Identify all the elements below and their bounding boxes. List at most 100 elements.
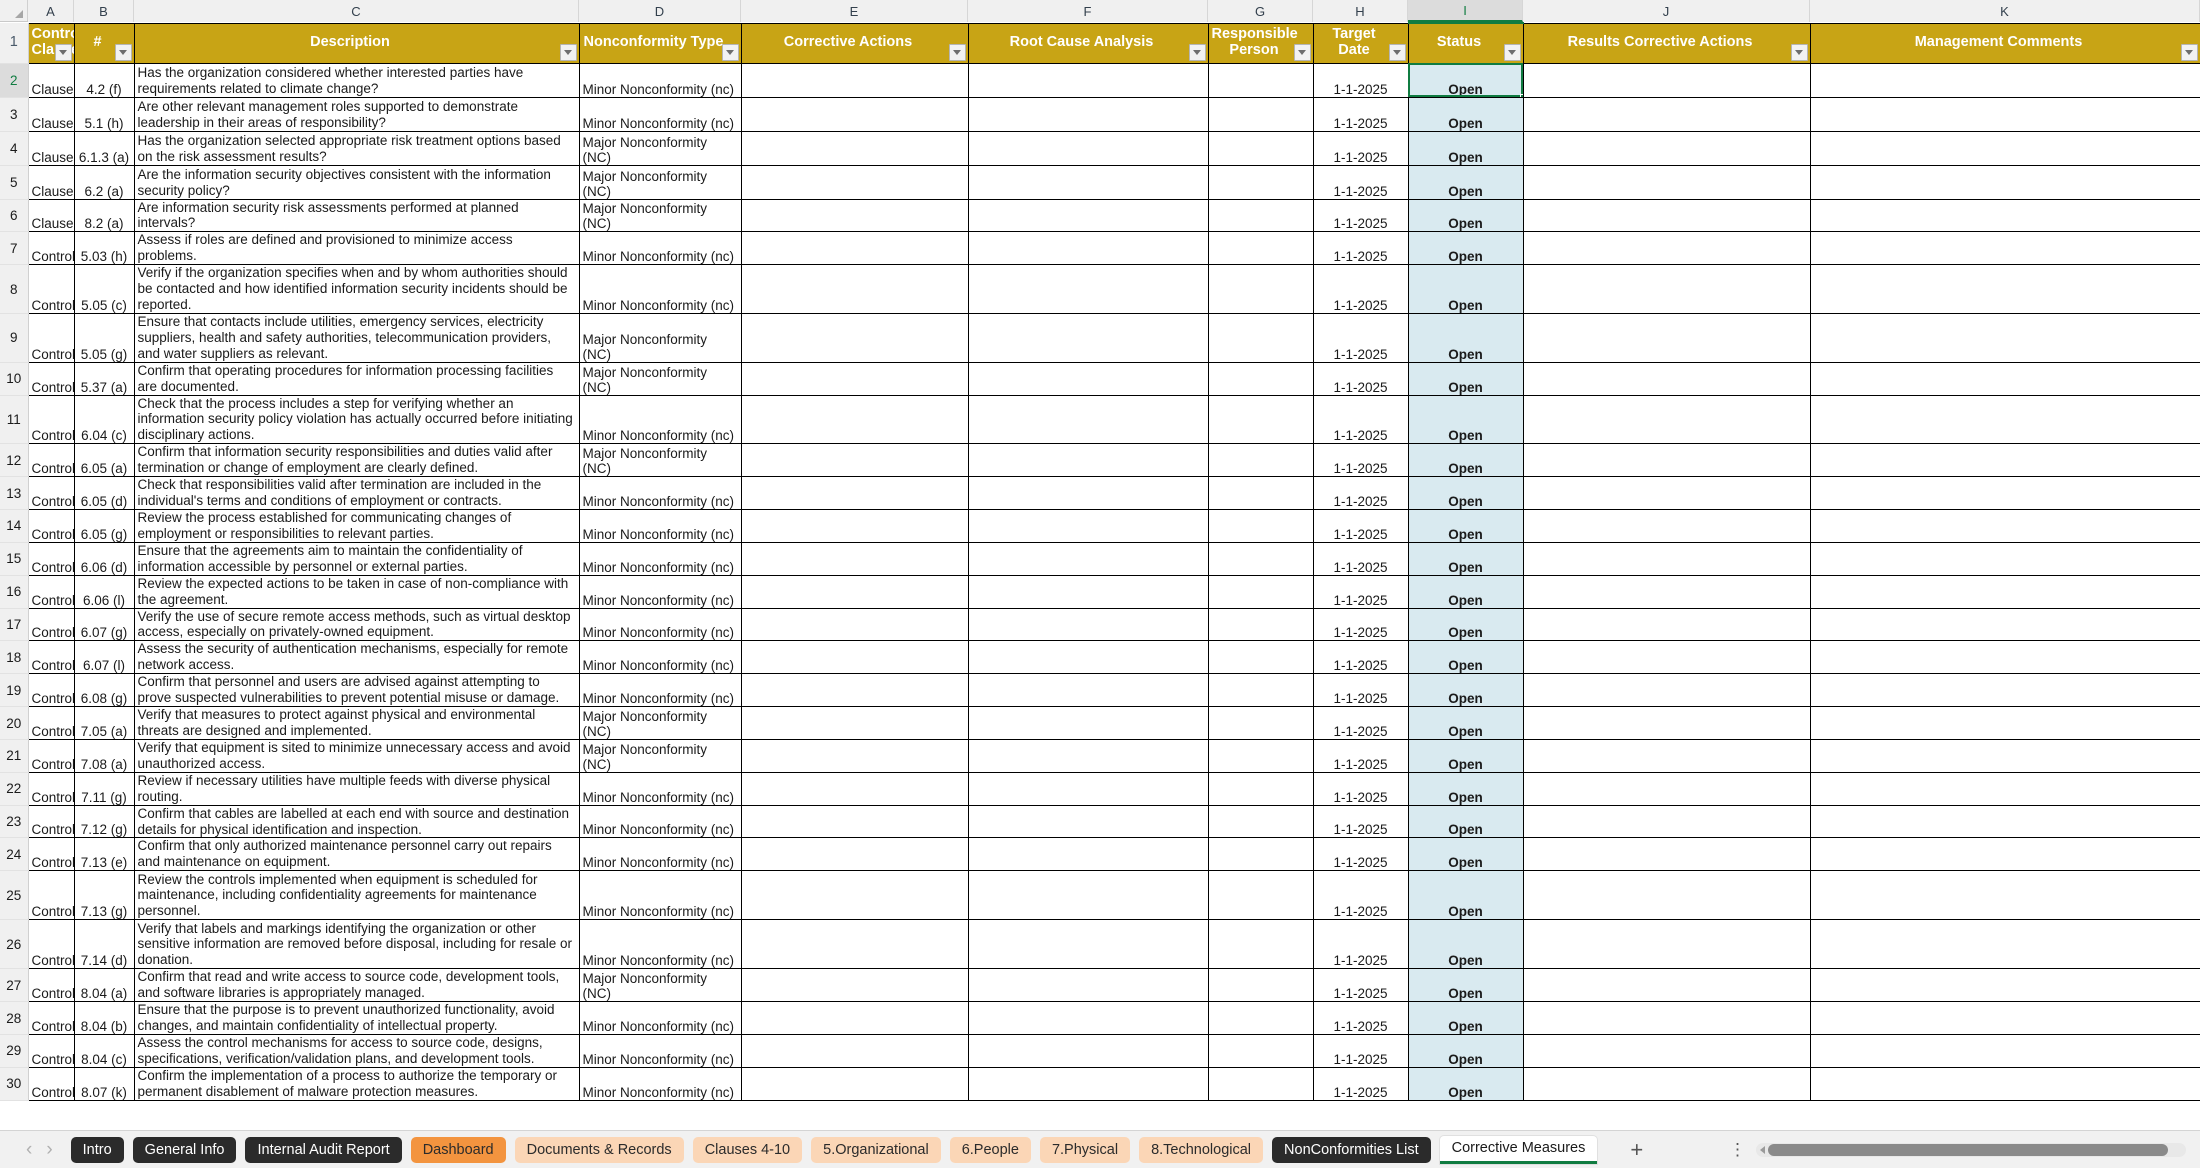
cell-B14[interactable]: 6.05 (g) bbox=[74, 510, 134, 543]
cell-B20[interactable]: 7.05 (a) bbox=[74, 707, 134, 740]
cell-A24[interactable]: Control bbox=[28, 838, 74, 871]
sheet-tab-6-people[interactable]: 6.People bbox=[950, 1137, 1031, 1163]
cell-D16[interactable]: Minor Nonconformity (nc) bbox=[579, 575, 741, 608]
cell-F2[interactable] bbox=[968, 63, 1208, 97]
table-row[interactable]: 17Control6.07 (g)Verify the use of secur… bbox=[0, 608, 2200, 641]
cell-C13[interactable]: Check that responsibilities valid after … bbox=[134, 477, 579, 510]
row-header-1[interactable]: 1 bbox=[0, 23, 28, 63]
cell-J11[interactable] bbox=[1523, 395, 1810, 444]
filter-dropdown-icon-B[interactable] bbox=[115, 44, 132, 61]
cell-F24[interactable] bbox=[968, 838, 1208, 871]
column-header-A[interactable]: A bbox=[28, 0, 74, 22]
cell-C7[interactable]: Assess if roles are defined and provisio… bbox=[134, 232, 579, 265]
cell-K25[interactable] bbox=[1810, 871, 2200, 920]
table-row[interactable]: 19Control6.08 (g)Confirm that personnel … bbox=[0, 674, 2200, 707]
cell-A23[interactable]: Control bbox=[28, 805, 74, 838]
cell-B15[interactable]: 6.06 (d) bbox=[74, 542, 134, 575]
cell-E2[interactable] bbox=[741, 63, 968, 97]
add-sheet-button[interactable]: + bbox=[1630, 1139, 1643, 1161]
cell-C28[interactable]: Ensure that the purpose is to prevent un… bbox=[134, 1002, 579, 1035]
cell-F14[interactable] bbox=[968, 510, 1208, 543]
row-header-16[interactable]: 16 bbox=[0, 575, 28, 608]
cell-K5[interactable] bbox=[1810, 165, 2200, 199]
cell-A19[interactable]: Control bbox=[28, 674, 74, 707]
cell-K17[interactable] bbox=[1810, 608, 2200, 641]
sheet-tab-nonconformities-list[interactable]: NonConformities List bbox=[1272, 1137, 1431, 1163]
cell-F12[interactable] bbox=[968, 444, 1208, 477]
cell-D21[interactable]: Major Nonconformity (NC) bbox=[579, 739, 741, 772]
cell-F7[interactable] bbox=[968, 232, 1208, 265]
cell-D24[interactable]: Minor Nonconformity (nc) bbox=[579, 838, 741, 871]
cell-E22[interactable] bbox=[741, 772, 968, 805]
cell-E12[interactable] bbox=[741, 444, 968, 477]
cell-G14[interactable] bbox=[1208, 510, 1313, 543]
cell-C16[interactable]: Review the expected actions to be taken … bbox=[134, 575, 579, 608]
row-header-25[interactable]: 25 bbox=[0, 871, 28, 920]
cell-F5[interactable] bbox=[968, 165, 1208, 199]
cell-A14[interactable]: Control bbox=[28, 510, 74, 543]
cell-J17[interactable] bbox=[1523, 608, 1810, 641]
cell-G5[interactable] bbox=[1208, 165, 1313, 199]
cell-B24[interactable]: 7.13 (e) bbox=[74, 838, 134, 871]
cell-G10[interactable] bbox=[1208, 362, 1313, 395]
horizontal-scrollbar[interactable] bbox=[1756, 1143, 2186, 1157]
filter-dropdown-icon-E[interactable] bbox=[949, 44, 966, 61]
scrollbar-thumb[interactable] bbox=[1768, 1144, 2168, 1156]
cell-E29[interactable] bbox=[741, 1034, 968, 1067]
row-header-20[interactable]: 20 bbox=[0, 707, 28, 740]
cell-F27[interactable] bbox=[968, 969, 1208, 1002]
table-row[interactable]: 7Control5.03 (h)Assess if roles are defi… bbox=[0, 232, 2200, 265]
cell-C3[interactable]: Are other relevant management roles supp… bbox=[134, 97, 579, 131]
cell-E30[interactable] bbox=[741, 1067, 968, 1100]
cell-C25[interactable]: Review the controls implemented when equ… bbox=[134, 871, 579, 920]
cell-H20[interactable]: 1-1-2025 bbox=[1313, 707, 1408, 740]
cell-B19[interactable]: 6.08 (g) bbox=[74, 674, 134, 707]
cell-G3[interactable] bbox=[1208, 97, 1313, 131]
cell-G19[interactable] bbox=[1208, 674, 1313, 707]
cell-I25[interactable]: Open bbox=[1408, 871, 1523, 920]
cell-J27[interactable] bbox=[1523, 969, 1810, 1002]
cell-J8[interactable] bbox=[1523, 265, 1810, 314]
cell-F11[interactable] bbox=[968, 395, 1208, 444]
row-header-19[interactable]: 19 bbox=[0, 674, 28, 707]
cell-I3[interactable]: Open bbox=[1408, 97, 1523, 131]
cell-F3[interactable] bbox=[968, 97, 1208, 131]
cell-F23[interactable] bbox=[968, 805, 1208, 838]
cell-G6[interactable] bbox=[1208, 199, 1313, 232]
cell-B26[interactable]: 7.14 (d) bbox=[74, 920, 134, 969]
cell-K2[interactable] bbox=[1810, 63, 2200, 97]
table-row[interactable]: 22Control7.11 (g)Review if necessary uti… bbox=[0, 772, 2200, 805]
cell-D9[interactable]: Major Nonconformity (NC) bbox=[579, 313, 741, 362]
cell-A25[interactable]: Control bbox=[28, 871, 74, 920]
table-row[interactable]: 10Control5.37 (a)Confirm that operating … bbox=[0, 362, 2200, 395]
cell-B29[interactable]: 8.04 (c) bbox=[74, 1034, 134, 1067]
cell-E18[interactable] bbox=[741, 641, 968, 674]
cell-I16[interactable]: Open bbox=[1408, 575, 1523, 608]
cell-J25[interactable] bbox=[1523, 871, 1810, 920]
filter-dropdown-icon-H[interactable] bbox=[1389, 44, 1406, 61]
cell-I13[interactable]: Open bbox=[1408, 477, 1523, 510]
row-header-15[interactable]: 15 bbox=[0, 542, 28, 575]
cell-H22[interactable]: 1-1-2025 bbox=[1313, 772, 1408, 805]
cell-J20[interactable] bbox=[1523, 707, 1810, 740]
cell-H9[interactable]: 1-1-2025 bbox=[1313, 313, 1408, 362]
cell-D19[interactable]: Minor Nonconformity (nc) bbox=[579, 674, 741, 707]
cell-K11[interactable] bbox=[1810, 395, 2200, 444]
table-row[interactable]: 12Control6.05 (a)Confirm that informatio… bbox=[0, 444, 2200, 477]
table-row[interactable]: 30Control8.07 (k)Confirm the implementat… bbox=[0, 1067, 2200, 1100]
cell-F9[interactable] bbox=[968, 313, 1208, 362]
cell-A12[interactable]: Control bbox=[28, 444, 74, 477]
table-row[interactable]: 29Control8.04 (c)Assess the control mech… bbox=[0, 1034, 2200, 1067]
cell-E21[interactable] bbox=[741, 739, 968, 772]
cell-F13[interactable] bbox=[968, 477, 1208, 510]
cell-J3[interactable] bbox=[1523, 97, 1810, 131]
cell-K14[interactable] bbox=[1810, 510, 2200, 543]
cell-K7[interactable] bbox=[1810, 232, 2200, 265]
filter-dropdown-icon-K[interactable] bbox=[2181, 44, 2198, 61]
column-header-J[interactable]: J bbox=[1523, 0, 1810, 22]
cell-G12[interactable] bbox=[1208, 444, 1313, 477]
cell-H16[interactable]: 1-1-2025 bbox=[1313, 575, 1408, 608]
cell-E17[interactable] bbox=[741, 608, 968, 641]
cell-H24[interactable]: 1-1-2025 bbox=[1313, 838, 1408, 871]
cell-D26[interactable]: Minor Nonconformity (nc) bbox=[579, 920, 741, 969]
